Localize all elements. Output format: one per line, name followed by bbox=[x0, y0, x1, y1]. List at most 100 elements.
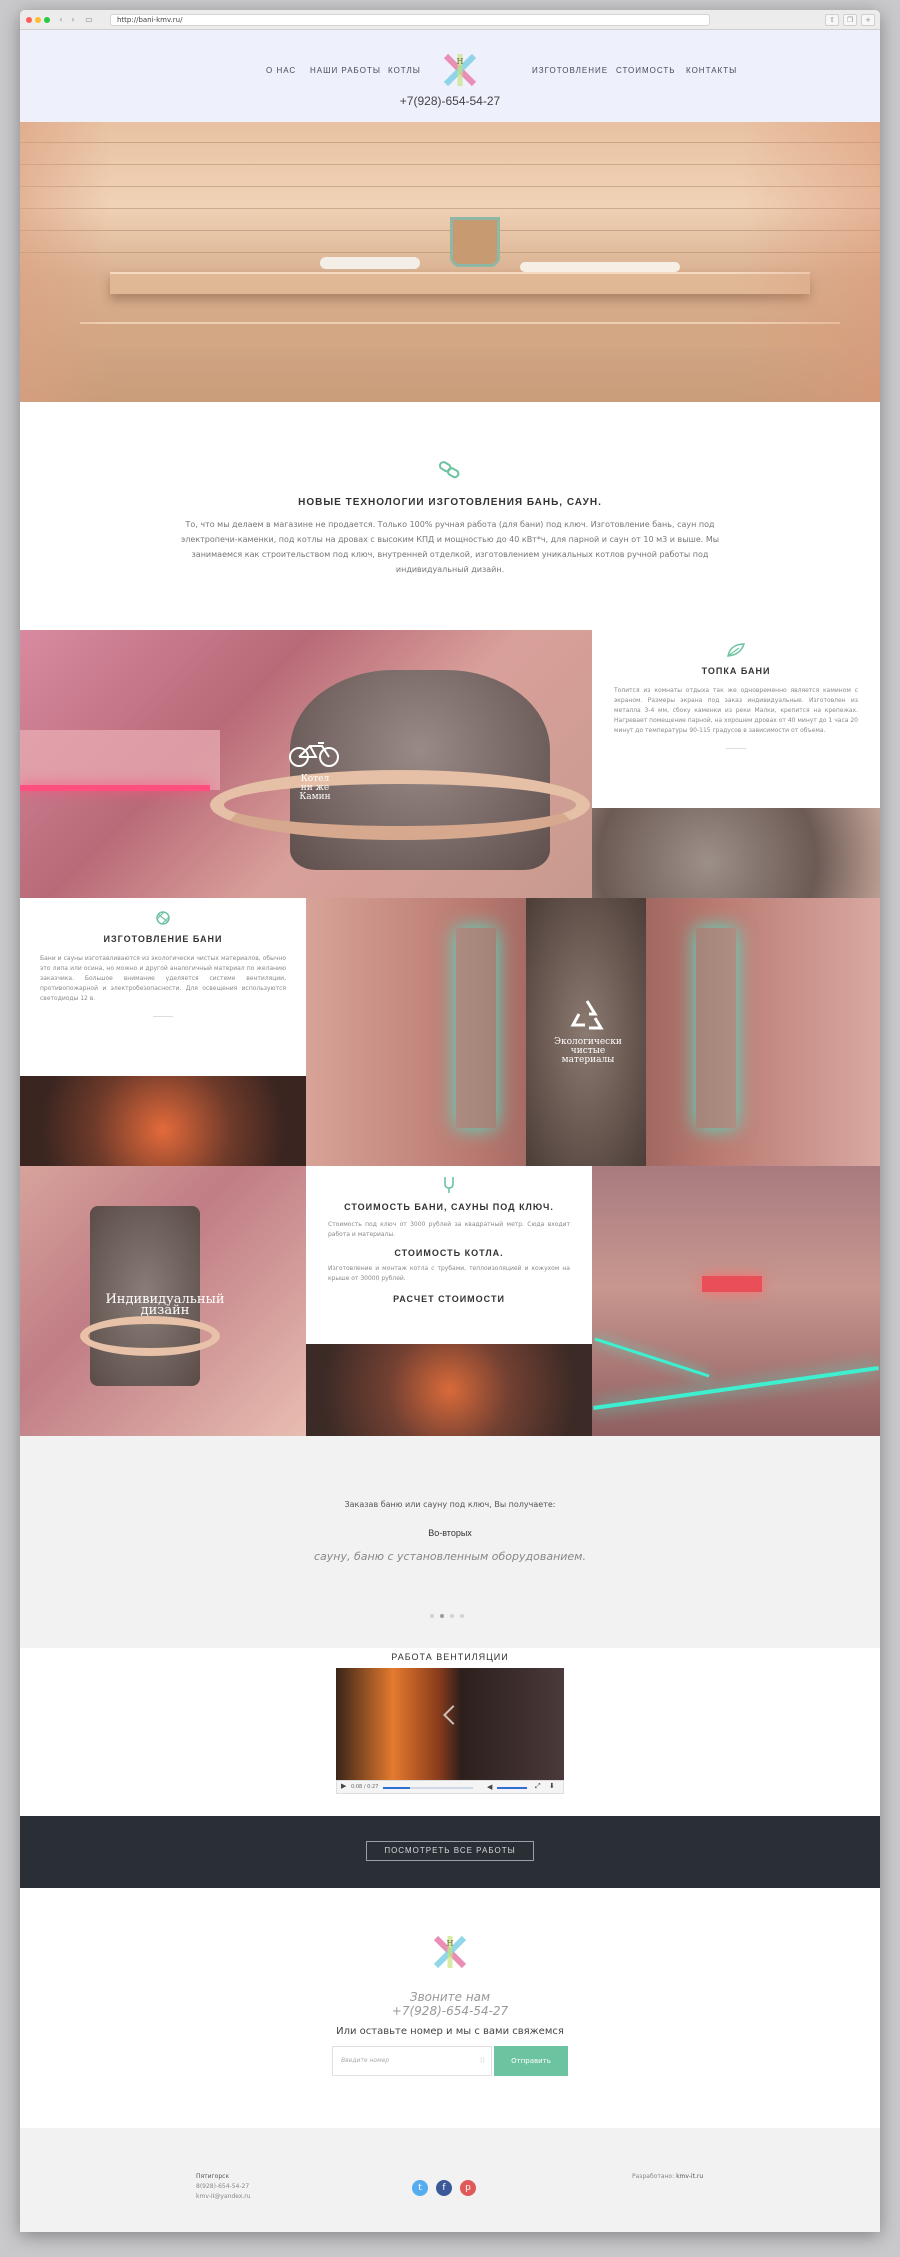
keypad-icon: ⁝⁝ bbox=[479, 2056, 485, 2065]
fullscreen-icon[interactable]: ⤢ bbox=[535, 1782, 541, 1791]
browser-window: ‹ › ▭ http://bani-kmv.ru/ ⇧ ❐ + О НАС НА… bbox=[20, 10, 880, 2232]
recycle-icon bbox=[570, 1000, 604, 1030]
nav-works[interactable]: НАШИ РАБОТЫ bbox=[310, 66, 381, 75]
ball-icon bbox=[156, 911, 170, 925]
izgotovlenie-text: Бани и сауны изготавливаются из экологич… bbox=[40, 955, 286, 1002]
callback-prompt: Или оставьте номер и мы с вами свяжемся bbox=[336, 2026, 564, 2037]
fork-icon bbox=[444, 1177, 454, 1193]
footer-email[interactable]: kmv-II@yandex.ru bbox=[196, 2192, 251, 2202]
tabs-icon[interactable]: ❐ bbox=[843, 14, 857, 26]
header-phone[interactable]: +7(928)-654-54-27 bbox=[20, 94, 880, 108]
boiler-photo: Котел ни же Камин bbox=[20, 630, 592, 898]
kotel-cost-text: Изготовление и монтаж котла с трубами, т… bbox=[328, 1265, 570, 1282]
phone-input-placeholder: Введите номер bbox=[341, 2057, 390, 2064]
video-section: РАБОТА ВЕНТИЛЯЦИИ ▶ 0:08 / 0:27 ◀ ⤢ ⬇ bbox=[20, 1648, 880, 1816]
download-icon[interactable]: ⬇ bbox=[549, 1782, 555, 1790]
nav-manufacturing[interactable]: ИЗГОТОВЛЕНИЕ bbox=[532, 66, 608, 75]
nav-about[interactable]: О НАС bbox=[266, 66, 296, 75]
video-controls: ▶ 0:08 / 0:27 ◀ ⤢ ⬇ bbox=[336, 1780, 564, 1794]
eco-photo: Экологически чистые материалы bbox=[306, 898, 880, 1166]
volume-icon[interactable]: ◀ bbox=[487, 1783, 492, 1791]
developer-label: Разработано: bbox=[632, 2173, 675, 2180]
call-us-label: Звоните нам bbox=[409, 1990, 491, 2004]
slider-dot[interactable] bbox=[430, 1614, 434, 1618]
features-grid: Котел ни же Камин ТОПКА БАНИ Топится из … bbox=[20, 630, 880, 1436]
close-window-button[interactable] bbox=[26, 17, 32, 23]
slider-lead: Заказав баню или сауну под ключ, Вы полу… bbox=[344, 1500, 556, 1509]
slider-dot[interactable] bbox=[460, 1614, 464, 1618]
hero-sauna-image bbox=[20, 122, 880, 402]
contact-phone[interactable]: +7(928)-654-54-27 bbox=[20, 2004, 880, 2018]
izgotovlenie-title: ИЗГОТОВЛЕНИЕ БАНИ bbox=[103, 934, 223, 944]
footer-info: Пятигорск 8(928)-654-54-27 kmv-II@yandex… bbox=[196, 2172, 251, 2202]
leaf-icon bbox=[727, 643, 746, 657]
topka-title: ТОПКА БАНИ bbox=[701, 666, 771, 676]
cost-text: Стоимость под ключ от 3000 рублей за ква… bbox=[328, 1221, 570, 1238]
site-footer: Пятигорск 8(928)-654-54-27 kmv-II@yandex… bbox=[20, 2128, 880, 2232]
facebook-icon[interactable]: f bbox=[436, 2180, 452, 2196]
pinterest-icon[interactable]: p bbox=[460, 2180, 476, 2196]
intro-text: То, что мы делаем в магазине не продаетс… bbox=[180, 520, 720, 574]
twitter-icon[interactable]: t bbox=[412, 2180, 428, 2196]
video-time: 0:08 / 0:27 bbox=[351, 1784, 379, 1790]
design-photo: Индивидуальный дизайн bbox=[20, 1166, 306, 1436]
back-arrow-icon[interactable]: ‹ bbox=[56, 15, 66, 25]
sidebar-icon[interactable]: ▭ bbox=[84, 15, 94, 25]
kotel-cost-title: СТОИМОСТЬ КОТЛА. bbox=[394, 1248, 504, 1258]
site-logo[interactable]: Н bbox=[442, 52, 478, 88]
nav-contacts[interactable]: КОНТАКТЫ bbox=[686, 66, 737, 75]
topka-card: ТОПКА БАНИ Топится из комнаты отдыха так… bbox=[592, 630, 880, 808]
slider-quote: сауну, баню с установленным оборудование… bbox=[314, 1550, 586, 1563]
developer-link[interactable]: kmv-it.ru bbox=[676, 2173, 703, 2180]
send-button[interactable]: Отправить bbox=[494, 2046, 568, 2076]
minimize-window-button[interactable] bbox=[35, 17, 41, 23]
boiler-stones-photo bbox=[306, 1344, 592, 1436]
add-tab-icon[interactable]: + bbox=[861, 14, 875, 26]
svg-text:Н: Н bbox=[457, 57, 464, 66]
bicycle-icon bbox=[289, 742, 339, 767]
contact-section: Н Звоните нам +7(928)-654-54-27 Или оста… bbox=[20, 1888, 880, 2128]
forward-arrow-icon[interactable]: › bbox=[68, 15, 78, 25]
intro-section: НОВЫЕ ТЕХНОЛОГИИ ИЗГОТОВЛЕНИЯ БАНЬ, САУН… bbox=[20, 402, 880, 630]
works-band: ПОСМОТРЕТЬ ВСЕ РАБОТЫ bbox=[20, 1816, 880, 1888]
topka-text: Топится из комнаты отдыха так же одновре… bbox=[614, 687, 858, 734]
design-label: Индивидуальный дизайн bbox=[105, 1292, 225, 1318]
link-icon bbox=[438, 461, 460, 479]
benefits-slider: Заказав баню или сауну под ключ, Вы полу… bbox=[20, 1436, 880, 1648]
video-progress-fill bbox=[383, 1787, 410, 1789]
slider-heading: Во-вторых bbox=[428, 1528, 472, 1538]
cost-card: СТОИМОСТЬ БАНИ, САУНЫ ПОД КЛЮЧ. Стоимост… bbox=[306, 1166, 592, 1344]
play-overlay-icon[interactable] bbox=[443, 1705, 463, 1725]
nav-boilers[interactable]: КОТЛЫ bbox=[388, 66, 421, 75]
intro-title: НОВЫЕ ТЕХНОЛОГИИ ИЗГОТОВЛЕНИЯ БАНЬ, САУН… bbox=[298, 497, 602, 508]
cost-title: СТОИМОСТЬ БАНИ, САУНЫ ПОД КЛЮЧ. bbox=[344, 1202, 554, 1212]
slider-dots bbox=[430, 1614, 470, 1620]
boiler-label: Котел ни же Камин bbox=[299, 774, 331, 802]
izgotovlenie-card: ИЗГОТОВЛЕНИЕ БАНИ Бани и сауны изготавли… bbox=[20, 898, 306, 1076]
social-links: t f p bbox=[412, 2180, 492, 2196]
calculate-link[interactable]: РАСЧЕТ СТОИМОСТИ bbox=[328, 1294, 570, 1304]
footer-city: Пятигорск bbox=[196, 2173, 230, 2180]
led-sauna-photo bbox=[592, 1166, 880, 1436]
slider-dot-active[interactable] bbox=[440, 1614, 444, 1618]
developer-credit: Разработано: kmv-it.ru bbox=[632, 2172, 703, 2182]
browser-toolbar: ‹ › ▭ http://bani-kmv.ru/ ⇧ ❐ + bbox=[20, 10, 880, 30]
slider-dot[interactable] bbox=[450, 1614, 454, 1618]
footer-logo: Н bbox=[433, 1935, 467, 1969]
fireplace-photo bbox=[20, 1076, 306, 1166]
maximize-window-button[interactable] bbox=[44, 17, 50, 23]
nav-price[interactable]: СТОИМОСТЬ bbox=[616, 66, 676, 75]
site-header: О НАС НАШИ РАБОТЫ КОТЛЫ ИЗГОТОВЛЕНИЕ СТО… bbox=[20, 30, 880, 122]
video-player[interactable] bbox=[336, 1668, 564, 1780]
eco-label: Экологически чистые материалы bbox=[554, 1037, 622, 1065]
view-all-works-button[interactable]: ПОСМОТРЕТЬ ВСЕ РАБОТЫ bbox=[366, 1841, 534, 1861]
play-icon[interactable]: ▶ bbox=[341, 1782, 346, 1790]
address-bar[interactable]: http://bani-kmv.ru/ bbox=[110, 14, 710, 26]
video-title: РАБОТА ВЕНТИЛЯЦИИ bbox=[391, 1652, 509, 1662]
phone-input[interactable]: Введите номер ⁝⁝ bbox=[332, 2046, 492, 2076]
share-icon[interactable]: ⇧ bbox=[825, 14, 839, 26]
stones-photo bbox=[592, 808, 880, 898]
svg-text:Н: Н bbox=[447, 1939, 454, 1948]
volume-slider[interactable] bbox=[497, 1787, 527, 1789]
footer-phone[interactable]: 8(928)-654-54-27 bbox=[196, 2182, 251, 2192]
